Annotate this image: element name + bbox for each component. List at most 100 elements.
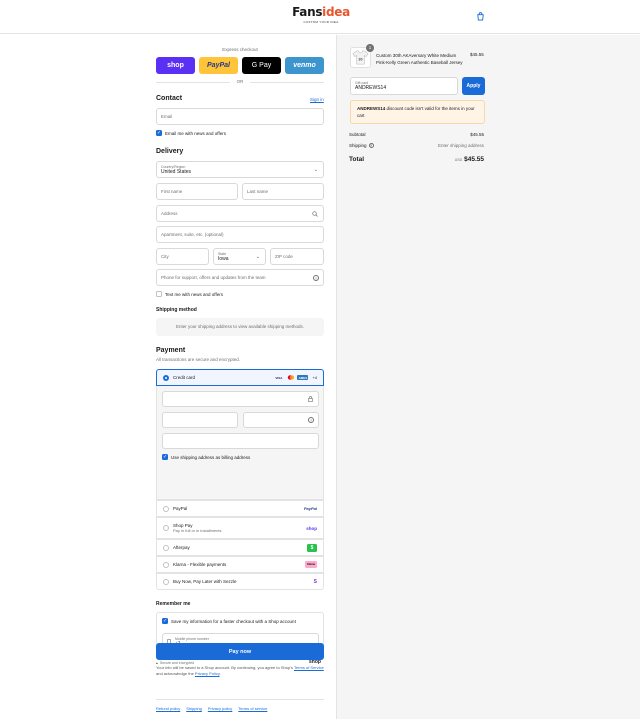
pay-now-label: Pay now (228, 648, 252, 655)
total-row: Total USD $45.55 (349, 156, 484, 163)
credit-card-form: ? ✓ Use shipping address as billing addr… (156, 386, 324, 500)
last-name-field[interactable]: Last name (242, 183, 324, 200)
sezzle-logo-icon: S (313, 578, 317, 585)
shop-logo-icon: shop (306, 525, 317, 531)
order-summary: 30 1 Custom 30th AKAversary White Medium… (336, 35, 640, 719)
expiration-field[interactable] (162, 412, 238, 428)
shop-pay-button[interactable]: shop (156, 57, 195, 74)
disclaimer-text: Your info will be saved to a Shop accoun… (156, 665, 293, 670)
name-on-card-field[interactable] (162, 433, 319, 449)
gift-card-value: ANDREWS14 (355, 85, 387, 91)
first-name-field[interactable]: First name (156, 183, 238, 200)
paypal-logo-icon: PayPal (303, 506, 317, 511)
quantity-badge: 1 (366, 44, 374, 52)
billing-same-checkbox[interactable]: ✓ (162, 454, 168, 460)
address-field[interactable]: Address (156, 205, 324, 222)
save-info-label: Save my information for a faster checkou… (171, 618, 296, 624)
venmo-button[interactable]: venmo (285, 57, 324, 74)
city-placeholder: City (161, 254, 169, 259)
terms-of-service-footer-link[interactable]: Terms of service (238, 706, 267, 711)
card-number-field[interactable] (162, 391, 319, 407)
state-select[interactable]: State Iowa ⌄ (213, 248, 266, 265)
help-icon[interactable]: ? (308, 417, 314, 423)
paypal-button[interactable]: PayPal (199, 57, 238, 74)
or-text: OR (236, 79, 244, 84)
gift-card-field[interactable]: Gift card ANDREWS14 (350, 77, 458, 95)
shipping-row: Shipping? Enter shipping address (349, 143, 484, 148)
klarna-radio[interactable] (163, 561, 169, 568)
security-code-field[interactable]: ? (243, 412, 319, 428)
text-news-checkbox[interactable] (156, 291, 162, 297)
email-news-checkbox[interactable]: ✓ (156, 130, 162, 136)
shop-pay-label: shop (167, 62, 184, 69)
zip-field[interactable]: ZIP code (270, 248, 324, 265)
shipping-policy-link[interactable]: Shipping (186, 706, 202, 711)
country-select[interactable]: Country/Region United States ⌄ (156, 161, 324, 178)
country-value: United States (161, 168, 192, 175)
logo-text-dark: Fans (292, 5, 323, 19)
privacy-policy-link[interactable]: Privacy Policy (195, 671, 220, 676)
info-icon[interactable]: ? (368, 143, 374, 148)
total-value: $45.55 (464, 156, 484, 163)
shop-pay-option[interactable]: Shop Pay Pay in full or in installments … (156, 517, 324, 539)
afterpay-option[interactable]: Afterpay $ (156, 539, 324, 556)
remember-me-heading: Remember me (156, 601, 191, 607)
state-value: Iowa (218, 255, 229, 262)
shipping-notice: Enter your shipping address to view avai… (156, 318, 324, 336)
subtotal-value: $45.55 (470, 132, 484, 137)
disclaimer-and: and acknowledge the (156, 671, 195, 676)
credit-card-radio[interactable] (163, 374, 169, 381)
refund-policy-link[interactable]: Refund policy (156, 706, 180, 711)
pay-now-button[interactable]: Pay now (156, 643, 324, 660)
terms-of-service-link[interactable]: Terms of Service (294, 665, 324, 670)
checkout-form: Express checkout shop PayPal G Pay venmo… (0, 35, 336, 719)
google-pay-button[interactable]: G Pay (242, 57, 281, 74)
email-field[interactable]: Email (156, 108, 324, 125)
email-news-label: Email me with news and offers (165, 130, 226, 136)
first-name-placeholder: First name (161, 189, 183, 194)
shop-pay-option-sub: Pay in full or in installments (173, 528, 222, 533)
payment-heading: Payment (156, 347, 186, 354)
text-news-option[interactable]: Text me with news and offers (156, 291, 223, 297)
apartment-field[interactable]: Apartment, suite, etc. (optional) (156, 226, 324, 243)
phone-field[interactable]: Phone for support, offers and updates fr… (156, 269, 324, 286)
billing-same-option[interactable]: ✓ Use shipping address as billing addres… (162, 454, 250, 460)
shopping-bag-icon[interactable] (476, 12, 485, 21)
afterpay-radio[interactable] (163, 544, 169, 551)
save-info-option[interactable]: ✓ Save my information for a faster check… (162, 618, 296, 624)
help-icon[interactable]: ? (313, 275, 319, 281)
shop-pay-radio[interactable] (163, 525, 169, 531)
total-label: Total (349, 156, 365, 163)
paypal-option[interactable]: PayPal PayPal (156, 500, 324, 517)
shipping-method-heading: Shipping method (156, 307, 197, 313)
paypal-option-label: PayPal (173, 506, 188, 511)
page-header: Fansidea CUSTOM YOUR IDEA (0, 0, 640, 34)
brand-logo[interactable]: Fansidea CUSTOM YOUR IDEA (291, 6, 351, 28)
contact-heading: Contact (156, 95, 183, 102)
lock-icon (308, 396, 313, 403)
total-currency: USD (454, 158, 463, 162)
payment-subtitle: All transactions are secure and encrypte… (156, 357, 241, 362)
subtotal-label: Subtotal (349, 132, 366, 137)
sign-in-link[interactable]: Sign in (310, 97, 324, 102)
credit-card-option[interactable]: Credit card VISA AMEX +4 (156, 369, 324, 386)
mastercard-icon (286, 375, 295, 380)
apply-button[interactable]: Apply (462, 77, 485, 95)
phone-placeholder: Phone for support, offers and updates fr… (161, 275, 266, 280)
sezzle-radio[interactable] (163, 578, 169, 585)
save-info-checkbox[interactable]: ✓ (162, 618, 168, 624)
klarna-option[interactable]: Klarna - Flexible payments Klarna (156, 556, 324, 573)
product-thumbnail: 30 1 (350, 44, 374, 68)
paypal-radio[interactable] (163, 505, 169, 512)
sezzle-option[interactable]: Buy Now, Pay Later with Sezzle S (156, 573, 324, 590)
privacy-policy-footer-link[interactable]: Privacy policy (208, 706, 232, 711)
venmo-label: venmo (293, 62, 316, 69)
sezzle-option-label: Buy Now, Pay Later with Sezzle (173, 579, 237, 584)
shipping-label: Shipping (349, 143, 367, 148)
email-news-option[interactable]: ✓ Email me with news and offers (156, 130, 226, 136)
apartment-placeholder: Apartment, suite, etc. (optional) (161, 232, 224, 237)
city-field[interactable]: City (156, 248, 209, 265)
product-name: Custom 30th AKAversary White Medium Pink… (376, 53, 463, 65)
address-placeholder: Address (161, 211, 178, 216)
alert-code: ANDREWS14 (357, 106, 386, 111)
